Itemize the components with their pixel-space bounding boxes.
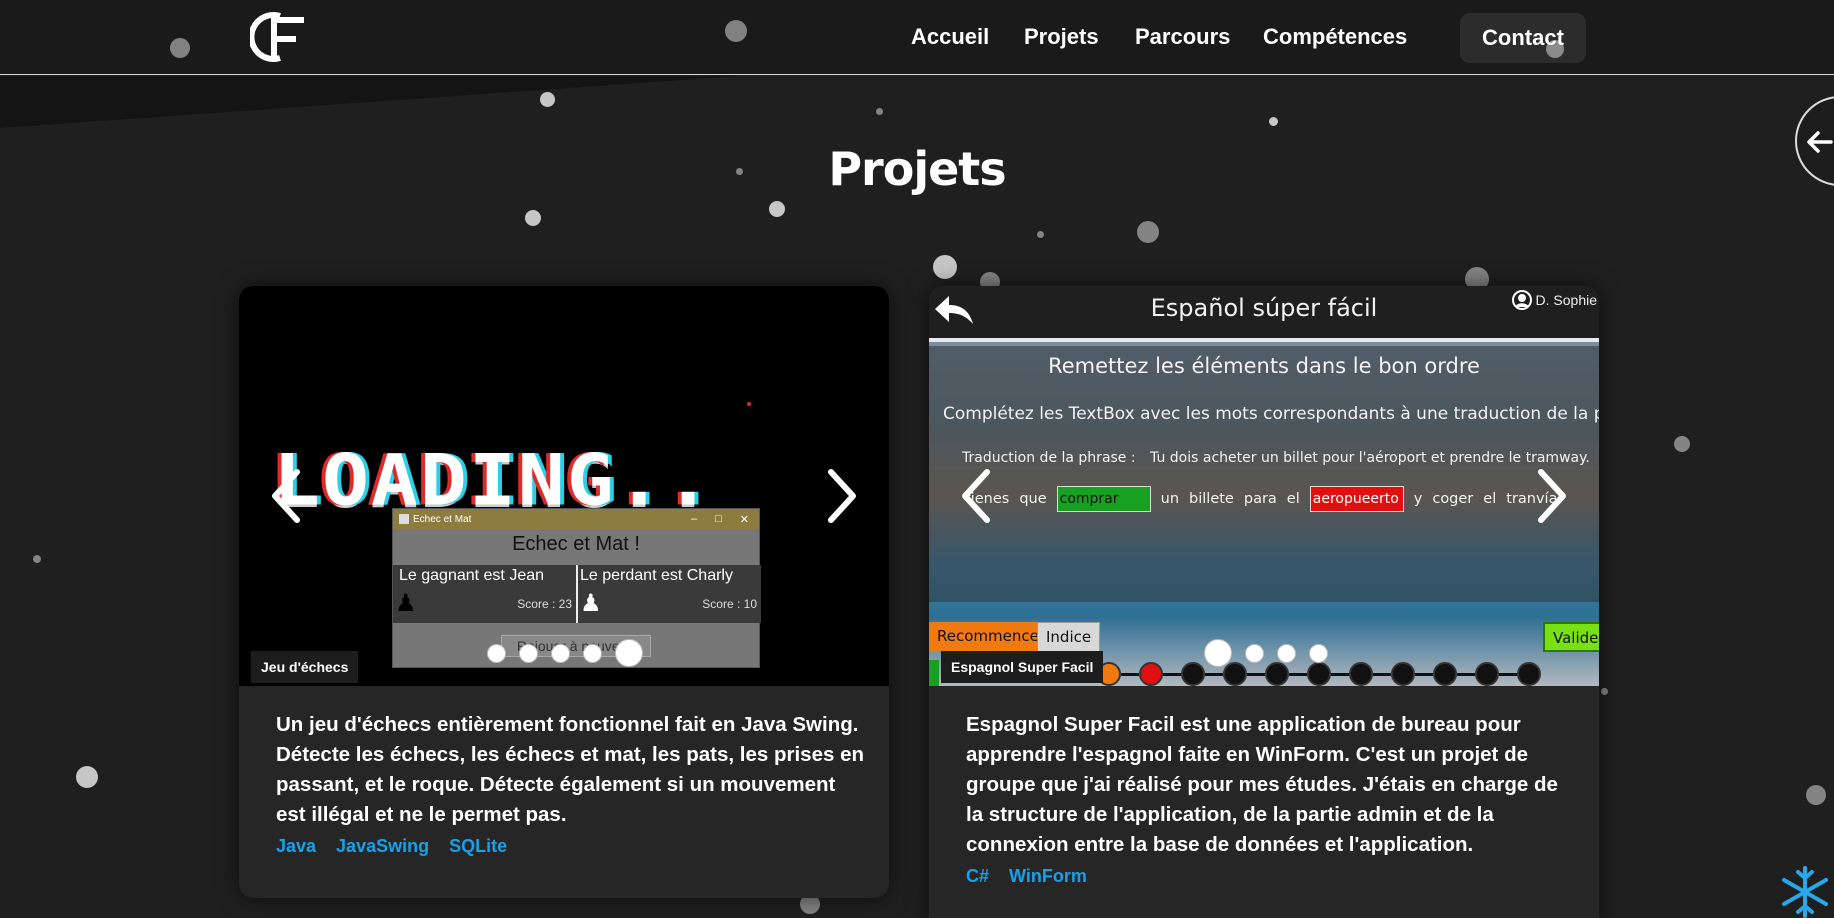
white-pawn-icon: ♟: [580, 590, 602, 617]
tech-tags: Java JavaSwing SQLite: [276, 836, 507, 857]
translation-row: Traduction de la phrase : Tu dois achete…: [962, 450, 1590, 466]
translation-label: Traduction de la phrase :: [962, 450, 1136, 466]
carousel-dot[interactable]: [487, 643, 506, 663]
progress-step: [1433, 662, 1457, 686]
loser-label: Le perdant est Charly: [580, 567, 733, 584]
maximize-icon: □: [715, 512, 722, 525]
logo[interactable]: [250, 10, 310, 64]
carousel-dots: [487, 639, 643, 667]
slide-caption: Jeu d'échecs: [251, 651, 359, 683]
decorative-band: [0, 76, 740, 128]
nav-projets[interactable]: Projets: [1024, 24, 1099, 50]
sentence-word: el: [1286, 491, 1300, 507]
user-icon: [1511, 290, 1532, 310]
app-body: Remettez les éléments dans le bon ordre …: [929, 338, 1599, 686]
carousel-prev-icon[interactable]: [267, 468, 303, 524]
restart-button: Recommencer: [929, 622, 1054, 652]
carousel-dot[interactable]: [1277, 643, 1296, 663]
carousel-prev-icon[interactable]: [957, 468, 993, 524]
result-heading: Echec et Mat !: [512, 533, 640, 555]
slide-caption: Espagnol Super Facil: [941, 651, 1104, 683]
carousel-next-icon[interactable]: [1535, 468, 1571, 524]
app-user: D. Sophie: [1511, 290, 1597, 310]
carousel-dot[interactable]: [583, 643, 602, 663]
project-card-chess: LOADING.. Echec et Mat – □ ✕ Echec et Ma…: [239, 286, 889, 898]
snowflake-icon: [1782, 866, 1828, 918]
carousel-dot[interactable]: [1309, 643, 1328, 663]
sentence-word: para: [1243, 491, 1277, 507]
winner-panel: Le gagnant est Jean ♟ Score : 23: [393, 565, 576, 623]
carousel-dot[interactable]: [551, 643, 570, 663]
tag-sqlite[interactable]: SQLite: [449, 836, 507, 857]
window-title: Echec et Mat: [413, 513, 472, 525]
progress-step: [1181, 662, 1205, 686]
carousel-dots: [1204, 639, 1328, 667]
exercise-instructions: Complétez les TextBox avec les mots corr…: [943, 404, 1599, 424]
minimize-icon: –: [691, 512, 698, 525]
black-pawn-icon: ♟: [395, 590, 417, 617]
carousel-next-icon[interactable]: [825, 468, 861, 524]
progress-step-error: [1139, 662, 1163, 686]
progress-step: [1475, 662, 1499, 686]
exercise-title: Remettez les éléments dans le bon ordre: [1048, 354, 1480, 378]
carousel-dot-active[interactable]: [1204, 639, 1232, 667]
nav-parcours[interactable]: Parcours: [1135, 24, 1230, 50]
sentence-row: tienes que comprar un billete para el ae…: [965, 486, 1557, 512]
app-title: Español súper fácil: [1150, 294, 1378, 322]
translation-text: Tu dois acheter un billet pour l'aéropor…: [1150, 450, 1590, 466]
loser-panel: Le perdant est Charly ♟ Score : 10: [578, 565, 761, 623]
sentence-word: un: [1160, 491, 1180, 507]
nav-competences[interactable]: Compétences: [1263, 24, 1407, 50]
sentence-word: y: [1413, 491, 1423, 507]
window-titlebar: Echec et Mat – □ ✕: [393, 509, 759, 529]
sentence-word: el: [1483, 491, 1497, 507]
progress-step: [1349, 662, 1373, 686]
sentence-word: billete: [1189, 491, 1234, 507]
tag-csharp[interactable]: C#: [966, 866, 989, 887]
page-title: Projets: [828, 142, 1006, 196]
sentence-word: coger: [1432, 491, 1474, 507]
close-icon: ✕: [739, 513, 749, 526]
progress-step: [1517, 662, 1541, 686]
progress-step: [1391, 662, 1415, 686]
project-description: Un jeu d'échecs entièrement fonctionnel …: [276, 713, 865, 826]
project-description: Espagnol Super Facil est une application…: [966, 713, 1558, 856]
validate-button: Valider: [1543, 622, 1599, 652]
project-screenshot: LOADING.. Echec et Mat – □ ✕ Echec et Ma…: [239, 286, 889, 686]
app-topbar: Español súper fácil D. Sophie: [929, 286, 1599, 338]
sentence-word: que: [1019, 491, 1047, 507]
contact-button[interactable]: Contact: [1460, 13, 1586, 63]
tech-tags: C# WinForm: [966, 866, 1087, 887]
hint-button: Indice: [1037, 622, 1101, 652]
carousel-dot[interactable]: [519, 643, 538, 663]
carousel-dot-active[interactable]: [615, 639, 643, 667]
tag-winform[interactable]: WinForm: [1009, 866, 1087, 887]
winner-score: Score : 23: [517, 597, 572, 611]
chess-app-icon: [399, 514, 409, 524]
app-user-name: D. Sophie: [1535, 292, 1597, 308]
winner-label: Le gagnant est Jean: [399, 567, 545, 584]
carousel-dot[interactable]: [1245, 643, 1264, 663]
loser-score: Score : 10: [702, 597, 757, 611]
answer-textbox-correct: comprar: [1056, 486, 1151, 512]
tag-java[interactable]: Java: [276, 836, 316, 857]
site-header: Accueil Projets Parcours Compétences Con…: [0, 0, 1834, 75]
project-card-espagnol: Español súper fácil D. Sophie Remettez l…: [929, 286, 1599, 918]
nav-accueil[interactable]: Accueil: [911, 24, 989, 50]
project-screenshot: Español súper fácil D. Sophie Remettez l…: [929, 286, 1599, 686]
tag-javaswing[interactable]: JavaSwing: [336, 836, 429, 857]
answer-textbox-wrong: aeropueerto: [1309, 486, 1404, 512]
